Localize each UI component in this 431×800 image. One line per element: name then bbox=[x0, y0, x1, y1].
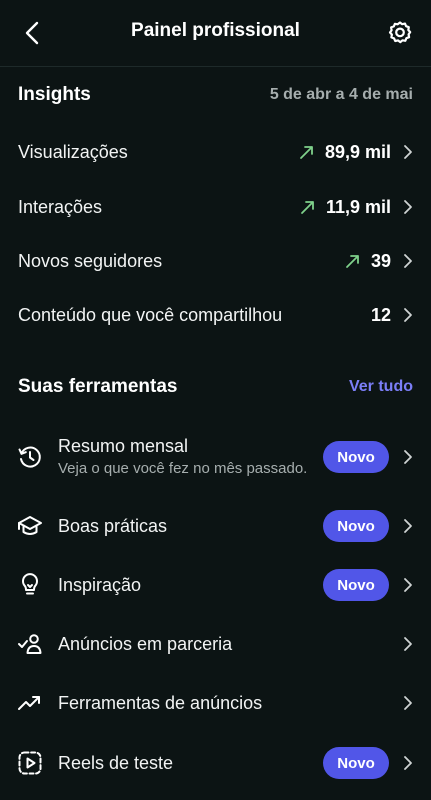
chevron-right-icon bbox=[401, 251, 415, 271]
history-icon bbox=[16, 443, 44, 471]
tool-inspiration[interactable]: Inspiração Novo bbox=[16, 565, 415, 605]
tool-name: Anúncios em parceria bbox=[58, 633, 233, 654]
tool-ad-tools[interactable]: Ferramentas de anúncios bbox=[16, 683, 415, 723]
metric-label: Conteúdo que você compartilhou bbox=[18, 304, 283, 325]
tool-partnership-ads[interactable]: Anúncios em parceria bbox=[16, 624, 415, 664]
chevron-right-icon bbox=[401, 693, 415, 713]
metric-label: Visualizações bbox=[18, 141, 128, 162]
metric-value: 12 bbox=[370, 304, 391, 325]
tool-trial-reels[interactable]: Reels de teste Novo bbox=[16, 743, 415, 783]
page-title: Painel profissional bbox=[131, 20, 300, 41]
metric-label: Interações bbox=[18, 196, 103, 217]
chevron-right-icon bbox=[401, 575, 415, 595]
tool-name: Boas práticas bbox=[58, 515, 168, 536]
chevron-right-icon bbox=[401, 753, 415, 773]
chevron-right-icon bbox=[401, 142, 415, 162]
chevron-right-icon bbox=[401, 447, 415, 467]
insights-header: Insights 5 de abr a 4 de mai bbox=[18, 84, 413, 106]
settings-button[interactable] bbox=[383, 16, 417, 50]
see-all-link[interactable]: Ver tudo bbox=[349, 378, 413, 396]
gear-icon bbox=[388, 21, 412, 44]
partnership-icon bbox=[16, 630, 44, 658]
tool-name: Inspiração bbox=[58, 574, 142, 595]
tool-best-practices[interactable]: Boas práticas Novo bbox=[16, 506, 415, 546]
reels-icon bbox=[16, 749, 44, 777]
insights-title: Insights bbox=[18, 84, 91, 105]
tool-monthly-summary[interactable]: Resumo mensal Veja o que você fez no mês… bbox=[16, 424, 415, 490]
header: Painel profissional bbox=[0, 0, 431, 66]
tools-title: Suas ferramentas bbox=[18, 376, 178, 397]
metric-row-shared-content[interactable]: Conteúdo que você compartilhou 12 bbox=[18, 297, 415, 333]
lightbulb-icon bbox=[16, 571, 44, 599]
tool-name: Resumo mensal bbox=[58, 436, 189, 456]
metric-label: Novos seguidores bbox=[18, 250, 163, 271]
trend-up-icon bbox=[297, 142, 317, 162]
tool-subtitle: Veja o que você fez no mês passado. bbox=[58, 460, 308, 477]
tools-header: Suas ferramentas Ver tudo bbox=[18, 376, 413, 398]
new-badge: Novo bbox=[323, 441, 389, 473]
chevron-right-icon bbox=[401, 634, 415, 654]
new-badge: Novo bbox=[323, 569, 389, 601]
trend-up-icon bbox=[343, 251, 363, 271]
metric-value: 11,9 mil bbox=[325, 196, 391, 217]
metric-value: 39 bbox=[370, 250, 391, 271]
new-badge: Novo bbox=[323, 747, 389, 779]
chevron-right-icon bbox=[401, 516, 415, 536]
tool-name: Ferramentas de anúncios bbox=[58, 692, 263, 713]
tool-name: Reels de teste bbox=[58, 752, 174, 773]
date-range[interactable]: 5 de abr a 4 de mai bbox=[270, 86, 413, 104]
graduation-cap-icon bbox=[16, 512, 44, 540]
metric-row-interactions[interactable]: Interações 11,9 mil bbox=[18, 189, 415, 225]
trend-up-icon bbox=[298, 197, 318, 217]
metric-row-new-followers[interactable]: Novos seguidores 39 bbox=[18, 243, 415, 279]
header-divider bbox=[0, 66, 431, 67]
metric-row-views[interactable]: Visualizações 89,9 mil bbox=[18, 134, 415, 170]
chevron-right-icon bbox=[401, 197, 415, 217]
trending-icon bbox=[16, 689, 44, 717]
professional-dashboard: Painel profissional Insights 5 de abr a … bbox=[0, 0, 431, 800]
chevron-right-icon bbox=[401, 305, 415, 325]
metric-value: 89,9 mil bbox=[324, 141, 391, 162]
new-badge: Novo bbox=[323, 510, 389, 542]
